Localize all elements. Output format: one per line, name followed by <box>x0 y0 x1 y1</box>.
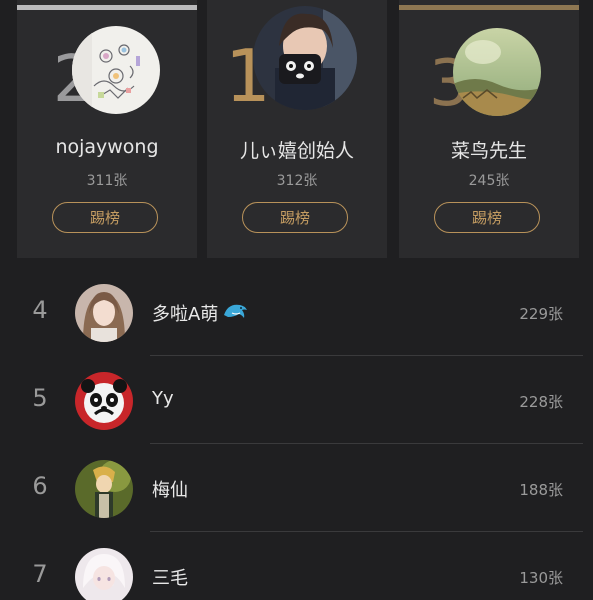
panda-face-avatar-image <box>75 372 133 430</box>
rank-number: 5 <box>32 384 48 412</box>
landscape-avatar-image <box>453 28 541 116</box>
count-second: 311张 <box>86 173 128 189</box>
rank-number: 6 <box>32 472 48 500</box>
avatar-anime-character[interactable] <box>75 460 133 518</box>
row-count: 228张 <box>519 393 563 411</box>
kick-button-first[interactable]: 踢榜 <box>242 202 348 233</box>
avatar-second-doodle[interactable] <box>72 26 160 114</box>
row-count: 130张 <box>519 569 563 587</box>
list-item-rank-5[interactable]: 5 Yy 228张 <box>0 356 593 444</box>
name-first: 儿ぃ嬉创始人 <box>239 140 354 162</box>
row-name: 多啦A萌 <box>152 300 248 328</box>
white-hair-anime-avatar-image <box>75 548 133 600</box>
podium: 2 <box>0 0 593 258</box>
avatar-white-hair-anime[interactable] <box>75 548 133 600</box>
row-count: 188张 <box>519 481 563 499</box>
leaderboard-screen: 2 <box>0 0 593 600</box>
silver-bar <box>17 5 197 10</box>
row-name-text: 多啦A萌 <box>152 304 219 325</box>
name-second: nojaywong <box>55 136 159 158</box>
list-item-rank-6[interactable]: 6 梅仙 188张 <box>0 444 593 532</box>
podium-card-second[interactable]: 2 <box>17 0 197 258</box>
kick-button-second[interactable]: 踢榜 <box>52 202 158 233</box>
avatar-first-girl-mug[interactable] <box>253 6 357 110</box>
rank-number: 7 <box>32 560 48 588</box>
girl-avatar-image <box>75 284 133 342</box>
avatar-third-landscape[interactable] <box>453 28 541 116</box>
doodle-art-avatar-image <box>72 26 160 114</box>
kick-button-third[interactable]: 踢榜 <box>434 202 540 233</box>
list-item-rank-7[interactable]: 7 三毛 130张 <box>0 532 593 600</box>
count-third: 245张 <box>468 173 510 189</box>
list-item-rank-4[interactable]: 4 多啦A萌 229张 <box>0 268 593 356</box>
rank-number: 4 <box>32 296 48 324</box>
count-first: 312张 <box>276 173 318 189</box>
row-name: 三毛 <box>152 568 188 589</box>
name-third: 菜鸟先生 <box>450 140 527 162</box>
dolphin-icon <box>222 301 248 328</box>
podium-card-third[interactable]: 3 菜鸟先生 245张 踢榜 <box>399 0 579 258</box>
bronze-bar <box>399 5 579 10</box>
row-name: 梅仙 <box>152 480 188 501</box>
podium-card-first[interactable]: 1 儿ぃ嬉创始人 312张 踢榜 <box>207 0 387 258</box>
anime-character-avatar-image <box>75 460 133 518</box>
avatar-panda[interactable] <box>75 372 133 430</box>
avatar-girl[interactable] <box>75 284 133 342</box>
girl-with-mug-avatar-image <box>253 6 357 110</box>
row-name: Yy <box>152 388 174 409</box>
row-count: 229张 <box>519 305 563 323</box>
